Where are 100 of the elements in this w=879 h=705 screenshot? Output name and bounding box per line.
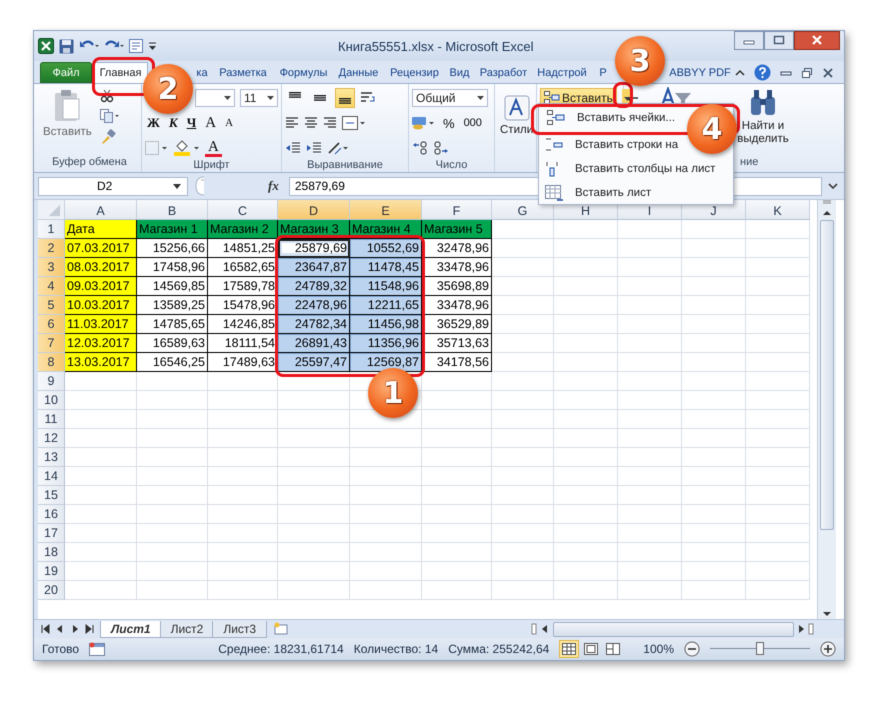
column-header[interactable]: A	[65, 200, 137, 220]
zoom-in-icon[interactable]	[820, 641, 836, 657]
italic-button[interactable]: К	[166, 115, 180, 131]
sheet-tab[interactable]: Лист2	[160, 620, 214, 638]
row-header[interactable]: 6	[38, 315, 65, 334]
grow-font-button[interactable]: A	[203, 114, 218, 132]
scroll-right-icon[interactable]	[796, 623, 816, 635]
vertical-scrollbar[interactable]	[817, 200, 836, 619]
row-header[interactable]: 14	[38, 467, 65, 486]
sheet-tab[interactable]: Лист1	[100, 620, 162, 638]
format-painter-icon[interactable]	[100, 129, 116, 145]
row-header[interactable]: 20	[38, 581, 65, 600]
menu-item[interactable]: Вставить столбцы на лист	[539, 159, 720, 179]
row-header[interactable]: 9	[38, 372, 65, 391]
excel-logo-icon[interactable]	[38, 38, 54, 54]
column-header[interactable]: F	[422, 200, 492, 220]
vertical-align-button[interactable]	[335, 88, 355, 108]
horizontal-scrollbar[interactable]	[531, 622, 816, 636]
font-color-button[interactable]: A	[205, 140, 222, 156]
column-header[interactable]: B	[137, 200, 208, 220]
row-header[interactable]: 10	[38, 391, 65, 410]
customize-dropdown-icon[interactable]	[148, 40, 157, 52]
row-header[interactable]: 18	[38, 543, 65, 562]
styles-button[interactable]: Стили	[498, 93, 536, 138]
sheet-tab[interactable]: Лист3	[212, 620, 268, 638]
paste-button[interactable]: Вставить	[41, 87, 94, 140]
number-format-field[interactable]: Общий	[412, 89, 488, 107]
row-header[interactable]: 8	[38, 353, 65, 372]
align-left-icon[interactable]	[285, 117, 299, 129]
currency-icon[interactable]	[412, 116, 436, 130]
align-center-icon[interactable]	[304, 117, 318, 129]
percent-button[interactable]: %	[441, 116, 457, 130]
row-header[interactable]: 16	[38, 505, 65, 524]
increase-decimal-icon[interactable]	[412, 141, 428, 155]
ribbon-tab[interactable]: ABBYY PDF	[669, 62, 731, 83]
ribbon-tab[interactable]: Разметка	[212, 62, 274, 83]
help-icon[interactable]	[754, 64, 771, 81]
ribbon-tab[interactable]: Формулы	[275, 62, 332, 83]
restore-icon[interactable]	[801, 66, 813, 78]
zoom-out-icon[interactable]	[684, 641, 700, 657]
column-header[interactable]: G	[492, 200, 554, 220]
column-header[interactable]: K	[746, 200, 810, 220]
ribbon-tab[interactable]: Главная	[93, 62, 148, 83]
row-header[interactable]: 2	[38, 239, 65, 258]
text-orientation-icon[interactable]	[327, 141, 349, 155]
ribbon-tab[interactable]: ка	[193, 62, 211, 83]
minimize-button[interactable]	[734, 31, 764, 50]
menu-item[interactable]: Вставить ячейки...	[541, 108, 680, 128]
column-header[interactable]: C	[208, 200, 278, 220]
maximize-button[interactable]	[764, 31, 794, 50]
shrink-font-button[interactable]: A	[223, 117, 236, 129]
form-icon[interactable]	[129, 39, 143, 53]
row-header[interactable]: 17	[38, 524, 65, 543]
row-header[interactable]: 15	[38, 486, 65, 505]
underline-button[interactable]: Ч	[184, 115, 198, 131]
bold-button[interactable]: Ж	[145, 115, 162, 131]
ribbon-tab[interactable]: Разработ	[475, 62, 532, 83]
row-header[interactable]: 4	[38, 277, 65, 296]
column-header[interactable]: D	[278, 200, 350, 220]
increase-indent-icon[interactable]	[306, 142, 322, 154]
row-header[interactable]: 7	[38, 334, 65, 353]
insert-function-button[interactable]: fx	[262, 178, 285, 194]
align-right-icon[interactable]	[323, 117, 337, 129]
row-header[interactable]: 1	[38, 220, 65, 239]
decrease-decimal-icon[interactable]	[433, 141, 449, 155]
name-box[interactable]: D2	[38, 176, 188, 196]
decrease-indent-icon[interactable]	[285, 142, 301, 154]
column-header[interactable]: E	[350, 200, 422, 220]
copy-icon[interactable]	[100, 109, 120, 123]
row-header[interactable]: 3	[38, 258, 65, 277]
font-size-field[interactable]: 11	[240, 89, 278, 107]
font-name-field[interactable]	[195, 89, 235, 107]
minimize-icon[interactable]	[780, 68, 792, 76]
zoom-level[interactable]: 100%	[643, 642, 674, 656]
ribbon-tab[interactable]: Файл	[40, 62, 92, 83]
table-cell	[208, 429, 278, 448]
normal-view-button[interactable]	[559, 640, 580, 658]
row-header[interactable]: 5	[38, 296, 65, 315]
borders-icon[interactable]	[145, 141, 169, 155]
slider-thumb[interactable]	[756, 642, 764, 655]
macro-record-icon[interactable]	[89, 642, 106, 656]
zoom-slider[interactable]	[710, 641, 810, 657]
ribbon-tab[interactable]: Рецензир	[385, 62, 444, 83]
thousands-button[interactable]: 000	[462, 117, 484, 129]
merge-cells-icon[interactable]	[342, 116, 366, 130]
cut-icon[interactable]	[100, 89, 114, 103]
ribbon-tab[interactable]: Вид	[445, 62, 474, 83]
ribbon-tab[interactable]: Надстрой	[533, 62, 591, 83]
ribbon-tab[interactable]: Р	[596, 62, 610, 83]
close-icon[interactable]	[822, 66, 834, 78]
menu-item[interactable]: Вставить строки на	[539, 135, 682, 155]
row-header[interactable]: 19	[38, 562, 65, 581]
fill-color-icon[interactable]	[174, 140, 200, 156]
row-header[interactable]: 11	[38, 410, 65, 429]
row-header[interactable]: 13	[38, 448, 65, 467]
save-icon[interactable]	[59, 38, 74, 54]
collapse-ribbon-icon[interactable]	[735, 68, 745, 76]
ribbon-tab[interactable]: Данные	[333, 62, 384, 83]
row-header[interactable]: 12	[38, 429, 65, 448]
close-button[interactable]	[794, 31, 840, 50]
